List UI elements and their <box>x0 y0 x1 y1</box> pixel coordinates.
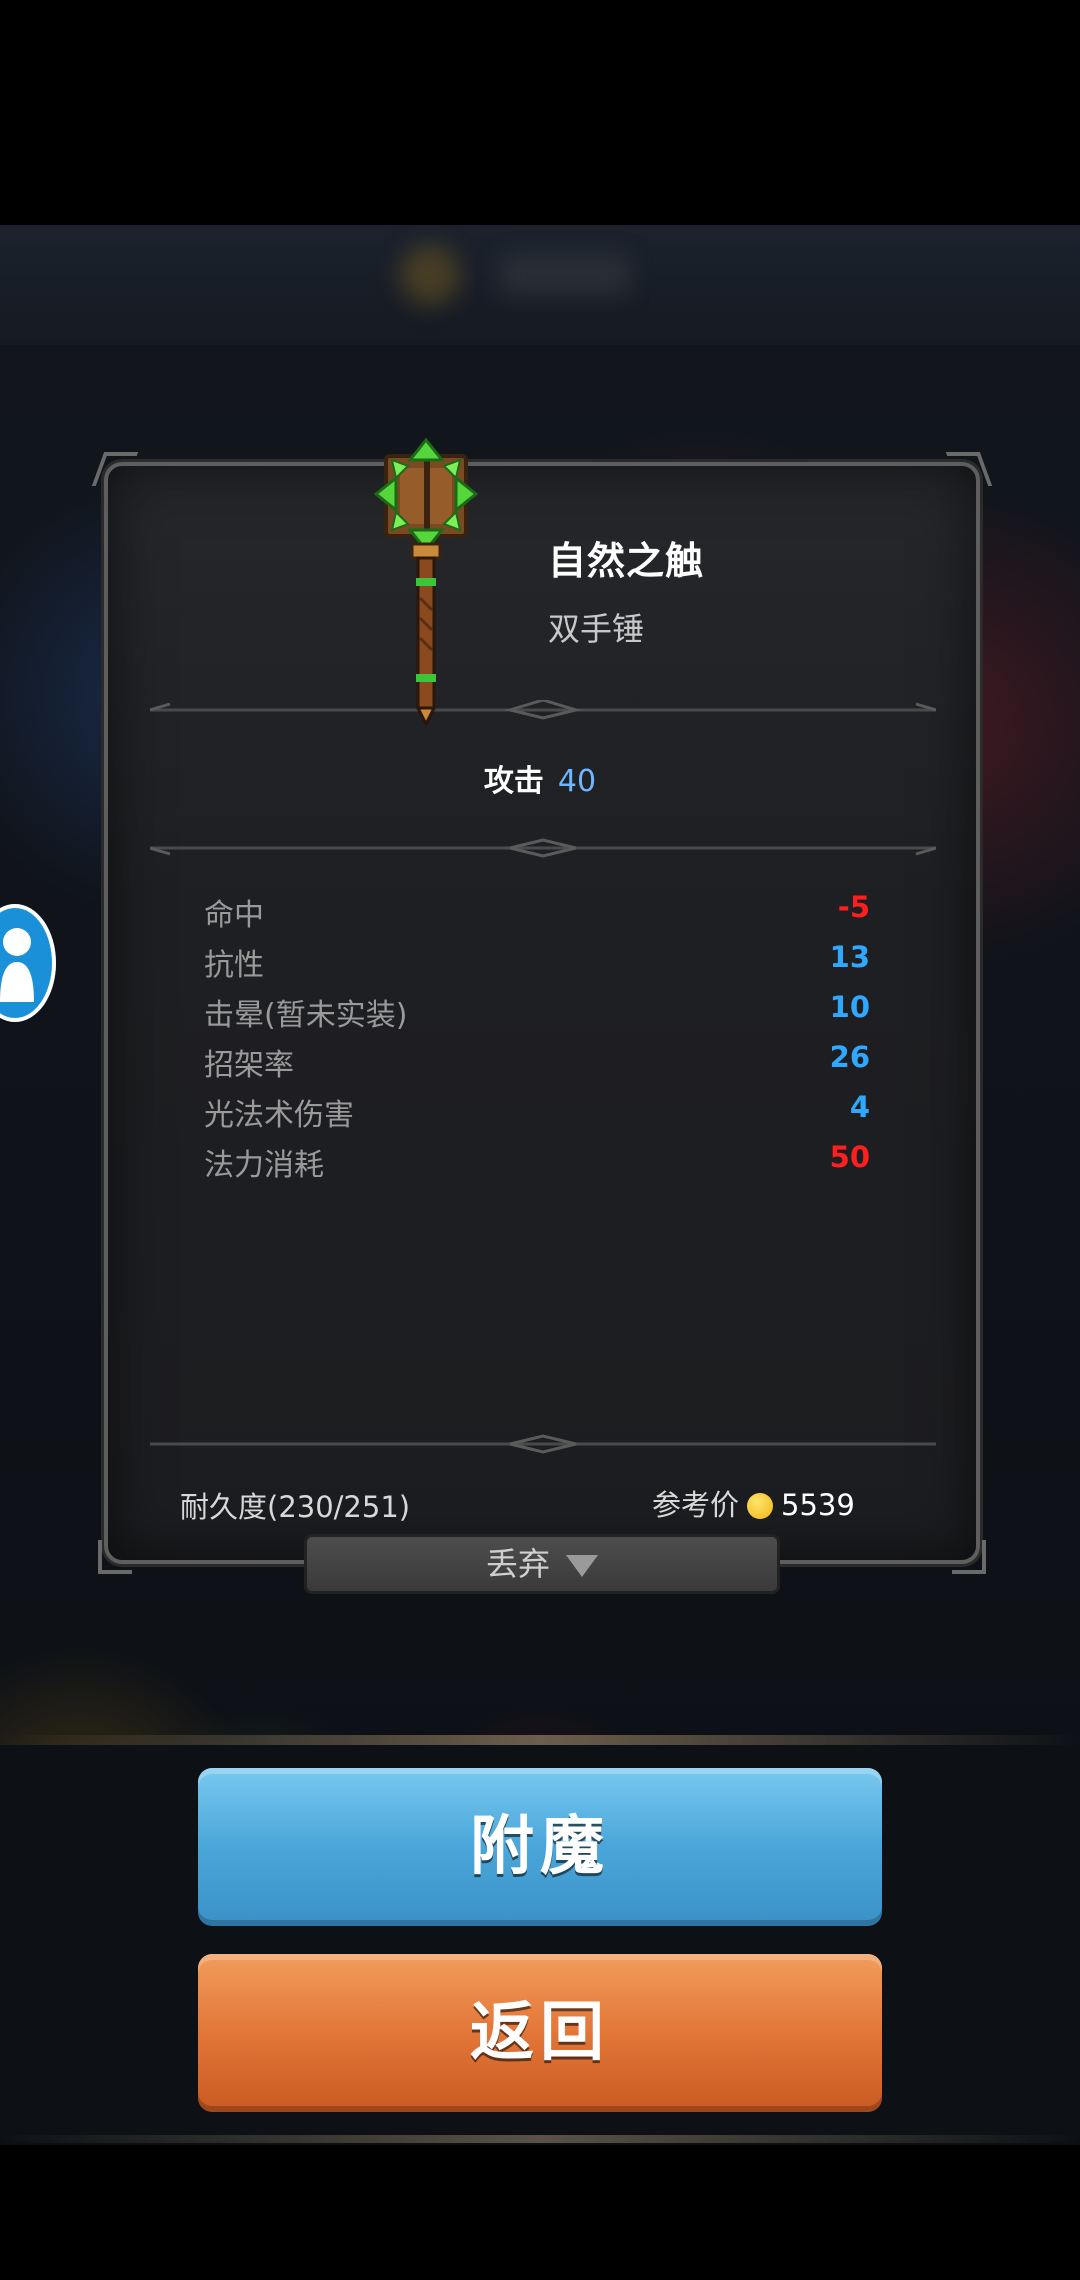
attack-value: 40 <box>557 764 597 799</box>
stat-row: 招架率 26 <box>204 1040 870 1090</box>
discard-label: 丢弃 <box>485 1545 550 1583</box>
stat-name: 击晕(暂未实装) <box>204 998 408 1033</box>
stat-value: -5 <box>837 890 870 924</box>
divider <box>150 700 936 720</box>
reference-price: 参考价 5539 <box>652 1482 855 1524</box>
stat-name: 法力消耗 <box>204 1148 324 1183</box>
stat-value: 10 <box>829 990 870 1024</box>
two-handed-mace-icon <box>366 437 486 728</box>
price-label: 参考价 <box>652 1488 740 1522</box>
discard-button[interactable]: 丢弃 <box>304 1534 780 1594</box>
triangle-down-icon <box>566 1555 598 1577</box>
panel-edge <box>0 1735 1080 1745</box>
attack-label: 攻击 <box>483 764 544 799</box>
enchant-button[interactable]: 附魔 <box>198 1768 882 1926</box>
stat-row: 法力消耗 50 <box>204 1140 870 1190</box>
stat-row: 抗性 13 <box>204 940 870 990</box>
divider <box>150 1434 936 1454</box>
durability-text: 耐久度(230/251) <box>180 1490 411 1524</box>
top-bar-blurred <box>0 225 1080 345</box>
stat-value: 50 <box>829 1140 870 1174</box>
stat-value: 26 <box>829 1040 870 1074</box>
item-type: 双手锤 <box>548 610 645 648</box>
gold-coin-icon <box>747 1493 774 1519</box>
back-button[interactable]: 返回 <box>198 1954 882 2112</box>
attack-stat: 攻击 40 <box>0 756 1080 800</box>
stat-row: 光法术伤害 4 <box>204 1090 870 1140</box>
divider <box>150 838 936 858</box>
stat-name: 命中 <box>204 898 264 933</box>
price-value: 5539 <box>781 1488 855 1522</box>
panel-edge <box>0 2135 1080 2143</box>
item-name: 自然之触 <box>548 539 705 583</box>
stat-value: 13 <box>829 940 870 974</box>
stat-row: 击晕(暂未实装) 10 <box>204 990 870 1040</box>
stat-name: 光法术伤害 <box>204 1098 354 1133</box>
stats-list: 命中 -5 抗性 13 击晕(暂未实装) 10 招架率 26 光法术伤害 4 法… <box>204 890 870 1190</box>
stat-value: 4 <box>849 1090 870 1124</box>
stat-row: 命中 -5 <box>204 890 870 940</box>
stat-name: 招架率 <box>204 1048 294 1083</box>
stat-name: 抗性 <box>204 948 264 983</box>
